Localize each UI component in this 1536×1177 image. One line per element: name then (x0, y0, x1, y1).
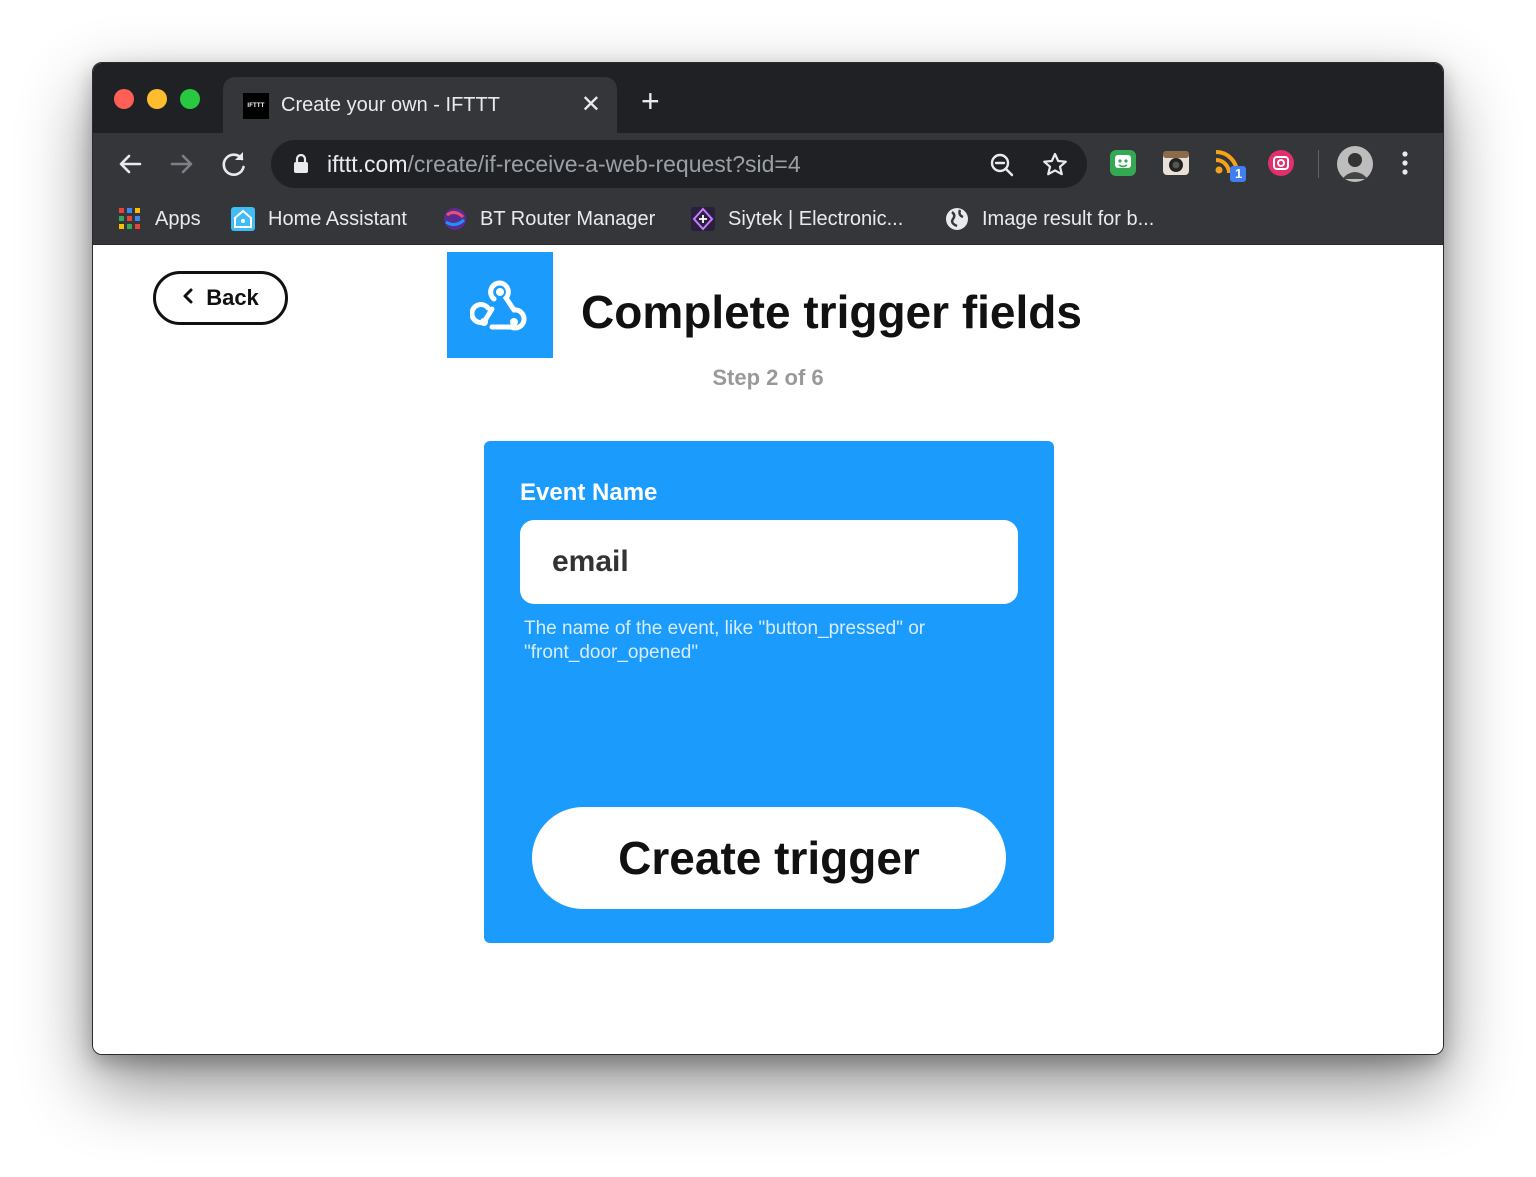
back-button-label: Back (206, 285, 259, 310)
page-content: Back Complete trigger fields Step 2 of 6… (93, 245, 1443, 1054)
url-path: /create/if-receive-a-web-request?sid=4 (407, 151, 801, 177)
bookmark-label: Apps (155, 207, 201, 230)
bookmark-label: BT Router Manager (480, 207, 656, 230)
browser-tab[interactable]: IFTTT Create your own - IFTTT ✕ (223, 77, 617, 133)
camera-extension-icon[interactable] (1161, 148, 1191, 178)
back-button[interactable]: Back (153, 271, 288, 325)
event-name-label: Event Name (520, 479, 658, 506)
browser-toolbar: ifttt.com/create/if-receive-a-web-reques… (93, 133, 1443, 195)
back-arrow-icon[interactable] (113, 147, 147, 181)
globe-icon (944, 206, 970, 232)
forward-arrow-icon[interactable] (165, 147, 199, 181)
bookmarks-bar: Apps Home Assistant BT Router Manager Si… (93, 195, 1443, 245)
url-text[interactable]: ifttt.com/create/if-receive-a-web-reques… (327, 151, 801, 178)
siytek-icon (690, 206, 716, 232)
bookmark-siytek[interactable]: Siytek | Electronic... (690, 203, 903, 235)
tab-strip: IFTTT Create your own - IFTTT ✕ + (93, 63, 1443, 133)
close-window-button[interactable] (114, 89, 134, 109)
trigger-fields-card: Event Name The name of the event, like "… (484, 441, 1054, 943)
bookmark-label: Home Assistant (268, 207, 407, 230)
ifttt-favicon-icon: IFTTT (243, 93, 269, 119)
step-indicator: Step 2 of 6 (712, 365, 824, 390)
hangouts-extension-icon[interactable] (1108, 148, 1138, 178)
create-trigger-button[interactable]: Create trigger (532, 807, 1006, 909)
page-title: Complete trigger fields (581, 286, 1082, 338)
maximize-window-button[interactable] (180, 89, 200, 109)
apps-grid-icon (117, 206, 143, 232)
event-name-help-text: The name of the event, like "button_pres… (524, 618, 926, 663)
bt-globe-icon (442, 206, 468, 232)
rss-extension-icon[interactable]: 1 (1213, 148, 1246, 182)
bookmark-label: Image result for b... (982, 207, 1155, 230)
tab-title: Create your own - IFTTT (281, 94, 500, 116)
profile-avatar[interactable] (1336, 145, 1374, 183)
webhooks-icon (447, 252, 553, 358)
star-bookmark-icon[interactable] (1042, 152, 1068, 183)
chevron-left-icon (182, 285, 194, 311)
lock-icon[interactable] (293, 153, 309, 179)
bookmark-apps[interactable]: Apps (117, 203, 201, 235)
bookmark-image-result[interactable]: Image result for b... (944, 203, 1154, 235)
home-assistant-icon (230, 206, 256, 232)
new-tab-button[interactable]: + (641, 85, 660, 117)
instagram-extension-icon[interactable] (1266, 148, 1296, 178)
extension-badge: 1 (1235, 166, 1243, 181)
bookmark-bt-router[interactable]: BT Router Manager (442, 203, 655, 235)
more-menu-icon[interactable] (1399, 148, 1429, 178)
bookmark-home-assistant[interactable]: Home Assistant (230, 203, 407, 235)
minimize-window-button[interactable] (147, 89, 167, 109)
toolbar-divider (1318, 150, 1319, 178)
browser-window: IFTTT Create your own - IFTTT ✕ + ifttt.… (92, 62, 1444, 1055)
url-host: ifttt.com (327, 151, 408, 177)
tab-close-icon[interactable]: ✕ (581, 91, 601, 119)
address-bar[interactable]: ifttt.com/create/if-receive-a-web-reques… (271, 140, 1087, 188)
reload-icon[interactable] (217, 147, 251, 181)
zoom-icon[interactable] (989, 152, 1015, 183)
event-name-input[interactable] (520, 520, 1018, 604)
bookmark-label: Siytek | Electronic... (728, 207, 904, 230)
